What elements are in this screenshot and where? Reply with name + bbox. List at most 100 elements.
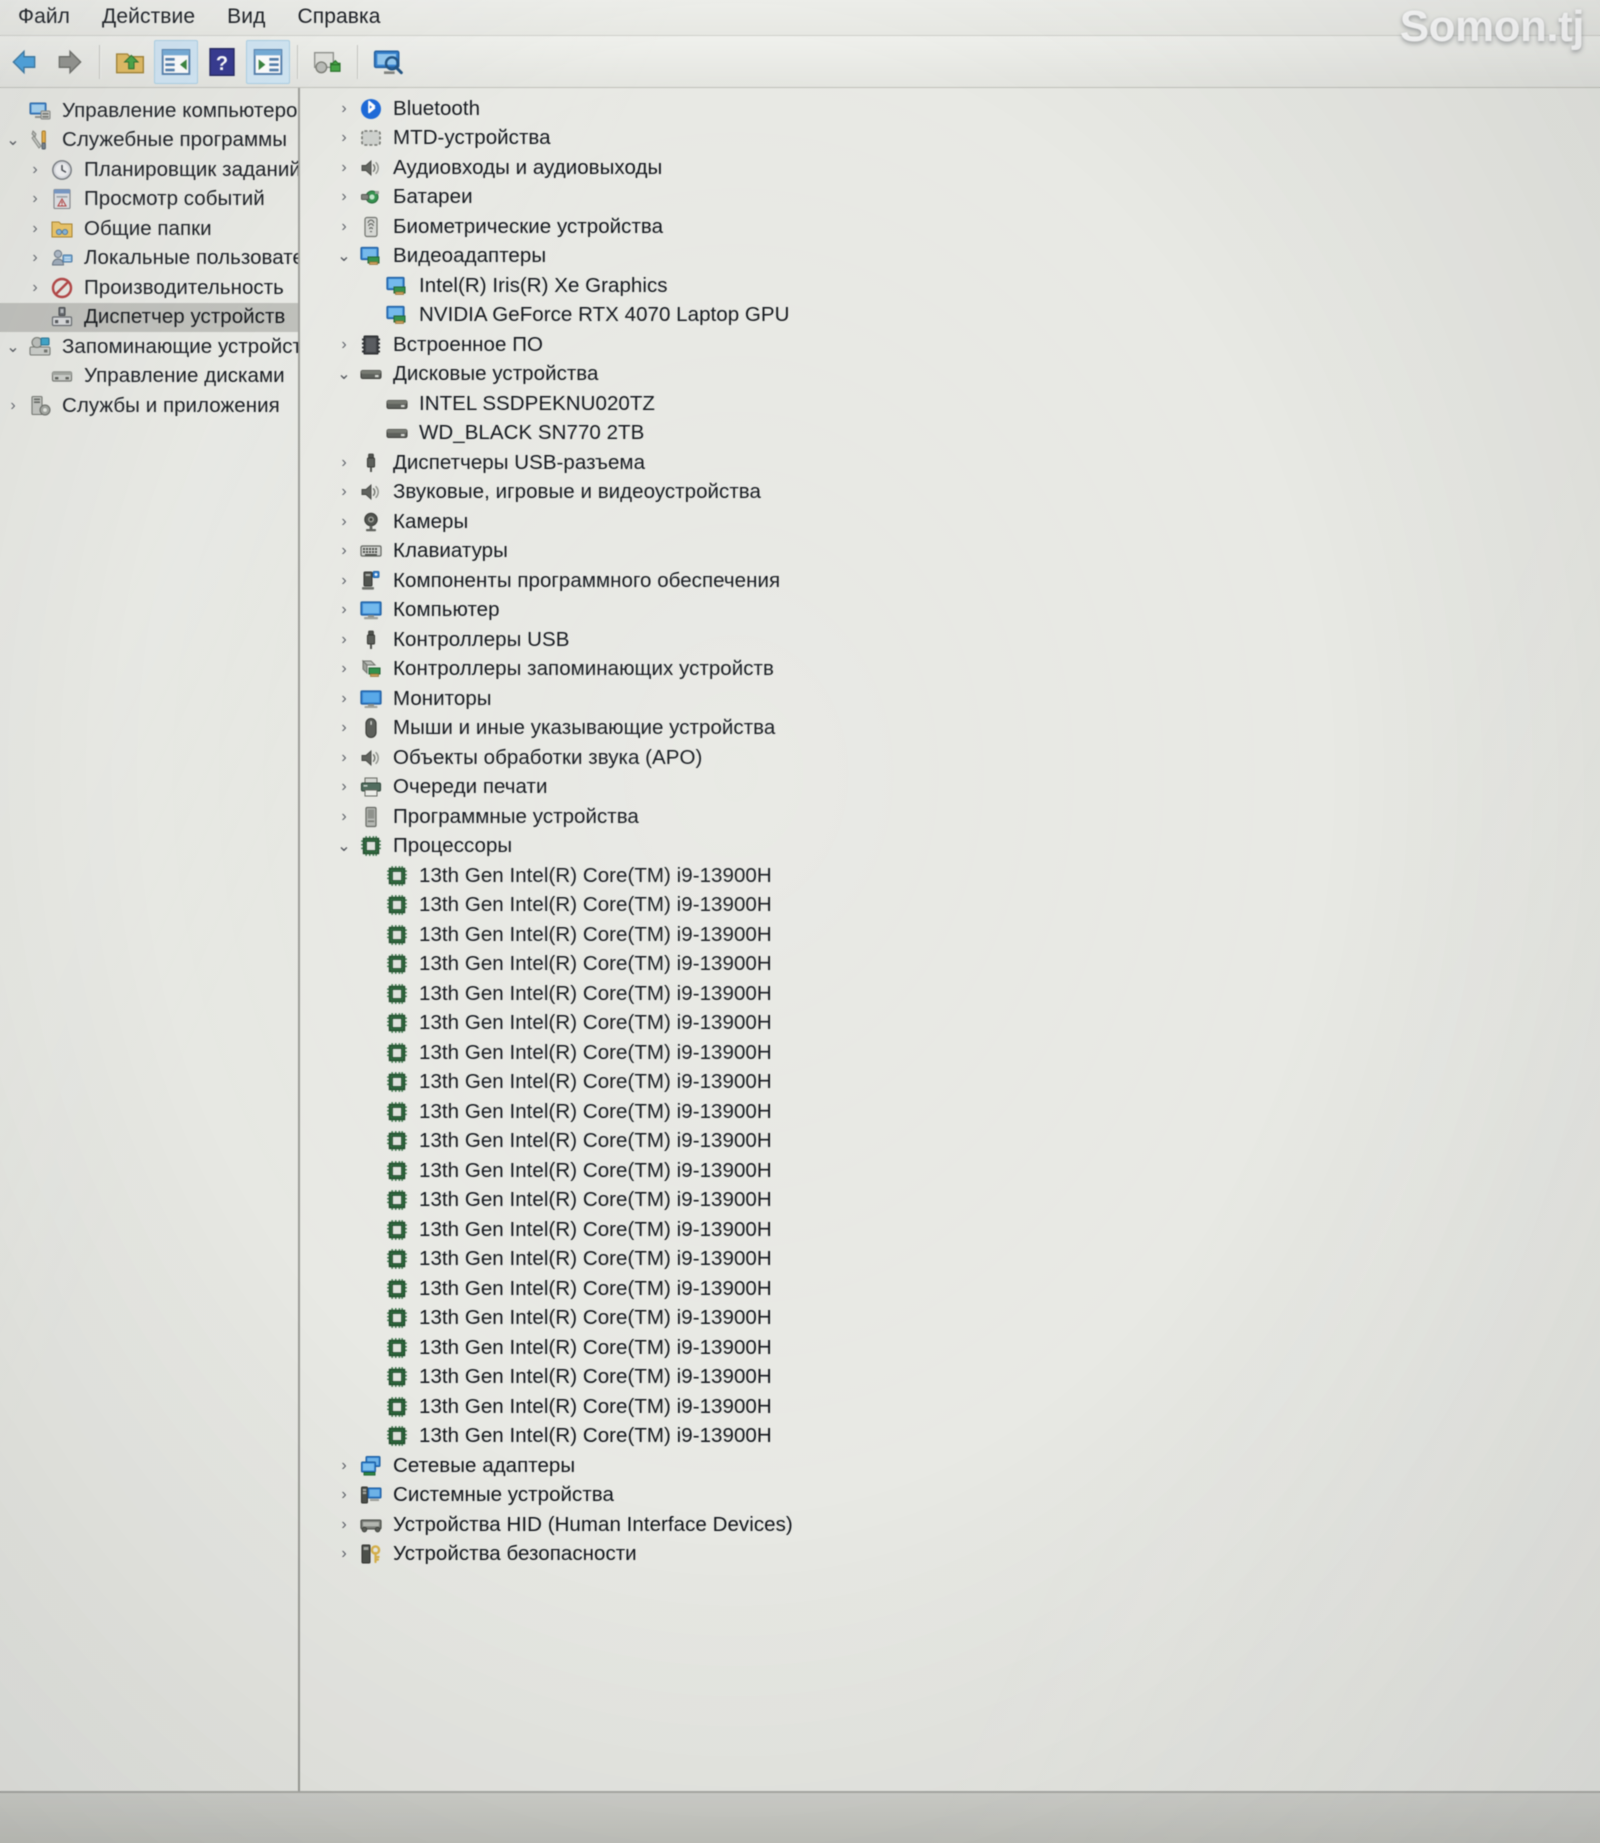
- chevron-right-icon[interactable]: ›: [331, 1545, 357, 1563]
- sidebar-item-device-manager[interactable]: Диспетчер устройств: [0, 302, 298, 332]
- chevron-down-icon[interactable]: ⌄: [331, 246, 357, 266]
- device-node-network-adapters[interactable]: › Сетевые адаптеры: [309, 1451, 1600, 1481]
- chevron-right-icon[interactable]: ›: [331, 218, 357, 236]
- sidebar-item-computer-management[interactable]: Управление компьютером (лс: [0, 96, 298, 126]
- sidebar-item-storage[interactable]: ⌄ Запоминающие устройств: [0, 332, 298, 362]
- update-driver-button[interactable]: [306, 40, 350, 84]
- chevron-right-icon[interactable]: ›: [331, 690, 357, 708]
- device-node-mice-pointing[interactable]: › Мыши и иные указывающие устройства: [309, 714, 1600, 744]
- menu-file[interactable]: Файл: [2, 3, 86, 33]
- chevron-down-icon[interactable]: ⌄: [0, 337, 26, 357]
- device-node-keyboards[interactable]: › Клавиатуры: [309, 537, 1600, 567]
- sidebar-item-event-viewer[interactable]: › Просмотр событий: [0, 185, 298, 215]
- chevron-right-icon[interactable]: ›: [331, 513, 357, 531]
- chevron-right-icon[interactable]: ›: [331, 483, 357, 501]
- device-node-software-devices[interactable]: › Программные устройства: [309, 802, 1600, 832]
- device-leaf-cpu-1[interactable]: 13th Gen Intel(R) Core(TM) i9-13900H: [309, 861, 1600, 891]
- device-node-system-devices[interactable]: › Системные устройства: [309, 1481, 1600, 1511]
- device-node-batteries[interactable]: › Батареи: [309, 183, 1600, 213]
- device-node-biometric[interactable]: › Биометрические устройства: [309, 212, 1600, 242]
- device-leaf-cpu-19[interactable]: 13th Gen Intel(R) Core(TM) i9-13900H: [309, 1392, 1600, 1422]
- chevron-right-icon[interactable]: ›: [331, 1486, 357, 1504]
- device-leaf-nvidia-rtx-4070[interactable]: NVIDIA GeForce RTX 4070 Laptop GPU: [309, 301, 1600, 331]
- device-leaf-cpu-8[interactable]: 13th Gen Intel(R) Core(TM) i9-13900H: [309, 1068, 1600, 1098]
- device-leaf-cpu-12[interactable]: 13th Gen Intel(R) Core(TM) i9-13900H: [309, 1186, 1600, 1216]
- chevron-right-icon[interactable]: ›: [331, 631, 357, 649]
- device-leaf-cpu-6[interactable]: 13th Gen Intel(R) Core(TM) i9-13900H: [309, 1009, 1600, 1039]
- chevron-down-icon[interactable]: ⌄: [331, 364, 357, 384]
- device-node-bluetooth[interactable]: › Bluetooth: [309, 94, 1600, 124]
- device-leaf-cpu-16[interactable]: 13th Gen Intel(R) Core(TM) i9-13900H: [309, 1304, 1600, 1334]
- device-leaf-cpu-15[interactable]: 13th Gen Intel(R) Core(TM) i9-13900H: [309, 1274, 1600, 1304]
- device-node-security-devices[interactable]: › Устройства безопасности: [309, 1540, 1600, 1570]
- chevron-right-icon[interactable]: ›: [331, 100, 357, 118]
- device-leaf-intel-iris-xe[interactable]: Intel(R) Iris(R) Xe Graphics: [309, 271, 1600, 301]
- device-node-monitors[interactable]: › Мониторы: [309, 684, 1600, 714]
- device-node-hid[interactable]: › Устройства HID (Human Interface Devices…: [309, 1510, 1600, 1540]
- chevron-right-icon[interactable]: ›: [331, 660, 357, 678]
- chevron-right-icon[interactable]: ›: [331, 1516, 357, 1534]
- chevron-right-icon[interactable]: ›: [331, 572, 357, 590]
- show-hide-console-tree-button[interactable]: [154, 39, 198, 84]
- chevron-right-icon[interactable]: ›: [331, 129, 357, 147]
- device-node-sound-video-game[interactable]: › Звуковые, игровые и видеоустройства: [309, 478, 1600, 508]
- chevron-right-icon[interactable]: ›: [331, 778, 357, 796]
- chevron-down-icon[interactable]: ⌄: [331, 836, 357, 856]
- chevron-right-icon[interactable]: ›: [0, 397, 26, 415]
- device-node-usb-connector-managers[interactable]: › Диспетчеры USB-разъема: [309, 448, 1600, 478]
- device-leaf-cpu-5[interactable]: 13th Gen Intel(R) Core(TM) i9-13900H: [309, 979, 1600, 1009]
- device-node-mtd[interactable]: › MTD-устройства: [309, 124, 1600, 154]
- scan-hardware-changes-button[interactable]: [366, 40, 410, 84]
- menu-view[interactable]: Вид: [211, 3, 281, 33]
- device-leaf-cpu-14[interactable]: 13th Gen Intel(R) Core(TM) i9-13900H: [309, 1245, 1600, 1275]
- show-hide-action-pane-button[interactable]: [246, 39, 290, 84]
- chevron-down-icon[interactable]: ⌄: [0, 130, 26, 150]
- device-leaf-cpu-11[interactable]: 13th Gen Intel(R) Core(TM) i9-13900H: [309, 1156, 1600, 1186]
- sidebar-item-task-scheduler[interactable]: › Планировщик заданий: [0, 155, 298, 185]
- chevron-right-icon[interactable]: ›: [331, 336, 357, 354]
- device-node-usb-controllers[interactable]: › Контроллеры USB: [309, 625, 1600, 655]
- device-leaf-cpu-20[interactable]: 13th Gen Intel(R) Core(TM) i9-13900H: [309, 1422, 1600, 1452]
- device-leaf-cpu-17[interactable]: 13th Gen Intel(R) Core(TM) i9-13900H: [309, 1333, 1600, 1363]
- back-button[interactable]: [2, 40, 46, 84]
- device-node-disk-drives[interactable]: ⌄ Дисковые устройства: [309, 360, 1600, 390]
- sidebar-item-services-applications[interactable]: › Службы и приложения: [0, 391, 298, 421]
- chevron-right-icon[interactable]: ›: [22, 220, 48, 238]
- device-node-storage-controllers[interactable]: › Контроллеры запоминающих устройств: [309, 655, 1600, 685]
- chevron-right-icon[interactable]: ›: [331, 601, 357, 619]
- up-folder-button[interactable]: [108, 40, 152, 84]
- chevron-right-icon[interactable]: ›: [331, 1457, 357, 1475]
- device-node-firmware[interactable]: › Встроенное ПО: [309, 330, 1600, 360]
- chevron-right-icon[interactable]: ›: [331, 159, 357, 177]
- chevron-right-icon[interactable]: ›: [22, 279, 48, 297]
- device-node-computer[interactable]: › Компьютер: [309, 596, 1600, 626]
- menu-action[interactable]: Действие: [86, 3, 211, 33]
- device-node-software-components[interactable]: › Компоненты программного обеспечения: [309, 566, 1600, 596]
- device-leaf-cpu-2[interactable]: 13th Gen Intel(R) Core(TM) i9-13900H: [309, 891, 1600, 921]
- sidebar-item-local-users-groups[interactable]: › Локальные пользовате: [0, 244, 298, 274]
- menu-help[interactable]: Справка: [281, 3, 396, 33]
- device-node-audio-inputs-outputs[interactable]: › Аудиовходы и аудиовыходы: [309, 153, 1600, 183]
- chevron-right-icon[interactable]: ›: [22, 161, 48, 179]
- chevron-right-icon[interactable]: ›: [331, 542, 357, 560]
- device-leaf-intel-ssd[interactable]: INTEL SSDPEKNU020TZ: [309, 389, 1600, 419]
- device-leaf-wd-black-sn770[interactable]: WD_BLACK SN770 2TB: [309, 419, 1600, 449]
- chevron-right-icon[interactable]: ›: [331, 749, 357, 767]
- chevron-right-icon[interactable]: ›: [331, 808, 357, 826]
- device-leaf-cpu-7[interactable]: 13th Gen Intel(R) Core(TM) i9-13900H: [309, 1038, 1600, 1068]
- device-leaf-cpu-4[interactable]: 13th Gen Intel(R) Core(TM) i9-13900H: [309, 950, 1600, 980]
- device-leaf-cpu-13[interactable]: 13th Gen Intel(R) Core(TM) i9-13900H: [309, 1215, 1600, 1245]
- device-leaf-cpu-10[interactable]: 13th Gen Intel(R) Core(TM) i9-13900H: [309, 1127, 1600, 1157]
- forward-button[interactable]: [48, 40, 92, 84]
- device-node-audio-processing-objects[interactable]: › Объекты обработки звука (APO): [309, 743, 1600, 773]
- chevron-right-icon[interactable]: ›: [331, 719, 357, 737]
- chevron-right-icon[interactable]: ›: [331, 454, 357, 472]
- device-leaf-cpu-18[interactable]: 13th Gen Intel(R) Core(TM) i9-13900H: [309, 1363, 1600, 1393]
- sidebar-item-disk-management[interactable]: Управление дисками: [0, 362, 298, 392]
- sidebar-item-shared-folders[interactable]: › Общие папки: [0, 214, 298, 244]
- device-node-print-queues[interactable]: › Очереди печати: [309, 773, 1600, 803]
- device-leaf-cpu-3[interactable]: 13th Gen Intel(R) Core(TM) i9-13900H: [309, 920, 1600, 950]
- device-node-display-adapters[interactable]: ⌄ Видеоадаптеры: [309, 242, 1600, 272]
- sidebar-item-system-tools[interactable]: ⌄ Служебные программы: [0, 126, 298, 156]
- help-button[interactable]: ?: [200, 40, 244, 84]
